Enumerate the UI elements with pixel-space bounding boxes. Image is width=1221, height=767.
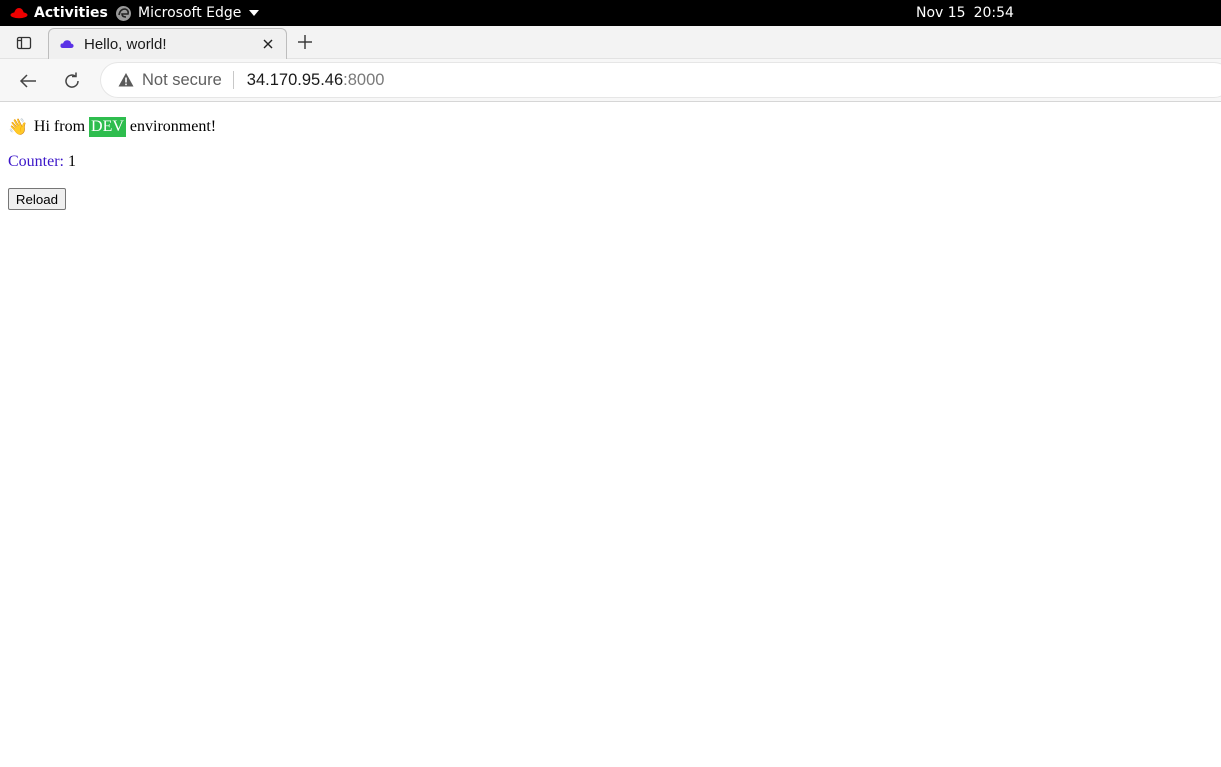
plus-icon [298,35,312,49]
web-page: 👋 Hi from DEV environment! Counter: 1 Re… [0,103,1221,767]
reload-button[interactable]: Reload [8,188,66,210]
tab-title: Hello, world! [84,35,167,53]
clock-time: 20:54 [973,5,1014,21]
greeting-suffix: environment! [129,118,217,135]
activities-label: Activities [34,5,108,21]
app-menu[interactable]: Microsoft Edge [115,0,260,26]
counter-line: Counter: 1 [8,153,76,171]
counter-value: 1 [68,153,76,170]
greeting-line: 👋 Hi from DEV environment! [8,117,216,137]
url-port: :8000 [343,70,385,89]
redhat-icon [10,8,28,19]
url-divider [232,71,234,89]
clock[interactable]: Nov 15 20:54 [916,0,1014,26]
tab-actions-button[interactable] [6,29,42,57]
counter-label: Counter: [8,153,64,170]
new-tab-button[interactable] [294,31,316,53]
cloud-favicon-icon [60,40,74,48]
back-button[interactable] [16,69,40,93]
clock-date: Nov 15 [916,5,966,21]
security-status[interactable]: Not secure [142,71,222,90]
app-name: Microsoft Edge [138,5,242,21]
address-bar[interactable]: Not secure 34.170.95.46 :8000 [101,63,1221,97]
system-top-bar: Activities Microsoft Edge Nov 15 20:54 [0,0,1221,26]
activities-button[interactable]: Activities [10,0,108,26]
caret-down-icon [249,10,260,16]
tab-hello-world[interactable]: Hello, world! [48,28,287,59]
back-arrow-icon [19,74,36,88]
tab-actions-icon [16,36,32,50]
edge-icon [116,5,131,21]
close-icon[interactable] [261,37,275,51]
warning-icon[interactable] [118,72,134,88]
wave-emoji: 👋 [8,119,28,136]
environment-badge: DEV [89,117,126,137]
refresh-icon [65,72,79,88]
refresh-button[interactable] [60,69,84,93]
greeting-prefix: Hi from [33,118,86,135]
url-host: 34.170.95.46 [246,70,344,89]
